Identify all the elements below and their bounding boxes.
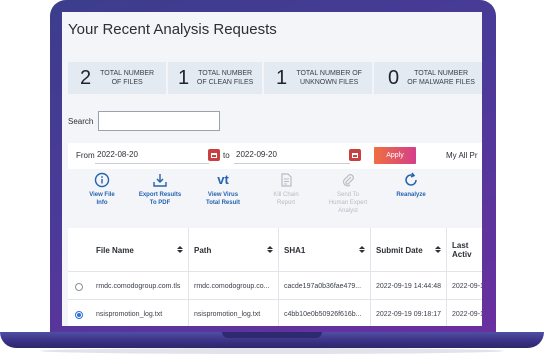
- info-icon: [94, 172, 110, 188]
- column-header-sha1[interactable]: SHA1: [278, 228, 370, 272]
- stat-count: 1: [178, 67, 190, 89]
- column-label: SHA1: [284, 245, 306, 255]
- search-label: Search: [68, 117, 94, 126]
- column-label: Submit Date: [376, 245, 423, 255]
- paperclip-icon: [342, 174, 354, 187]
- sort-icon: [266, 246, 274, 254]
- column-header-submit-date[interactable]: Submit Date: [370, 228, 446, 272]
- sha1-cell: c4bb10e0b50926f616b...: [284, 310, 362, 318]
- to-label: to: [223, 151, 230, 160]
- stat-label: TOTAL NUMBER OF UNKNOWN FILES: [296, 70, 362, 86]
- app-screen: Your Recent Analysis Requests 2 TOTAL NU…: [62, 12, 482, 326]
- column-label: Last Activ: [452, 241, 472, 259]
- send-to-expert-button[interactable]: Send To Human Expert Analyst: [318, 172, 378, 215]
- column-divider: [370, 228, 371, 271]
- column-divider: [446, 300, 447, 326]
- submit-date-cell: 2022-09-19 14:44:48: [376, 282, 441, 290]
- column-divider: [188, 228, 189, 271]
- apply-button[interactable]: Apply: [374, 147, 416, 164]
- last-activity-cell: 2022-09-19: [452, 310, 482, 318]
- table-row[interactable]: nsispromotion_log.txt nsispromotion_log.…: [68, 300, 482, 326]
- column-header-file-name[interactable]: File Name: [94, 228, 188, 272]
- column-divider: [278, 300, 279, 326]
- view-file-info-button[interactable]: View File Info: [72, 172, 132, 207]
- row-select-radio[interactable]: [75, 283, 83, 291]
- stat-count: 0: [388, 67, 400, 89]
- column-header-last-activity[interactable]: Last Activ: [446, 228, 482, 272]
- export-icon: [153, 174, 167, 187]
- view-virus-total-button[interactable]: vt View Virus Total Result: [193, 172, 253, 207]
- column-divider: [446, 228, 447, 271]
- from-label: From: [76, 151, 95, 160]
- column-divider: [188, 300, 189, 326]
- to-date-input[interactable]: [234, 146, 350, 164]
- page-title: Your Recent Analysis Requests: [68, 21, 277, 38]
- search-input[interactable]: [98, 111, 220, 131]
- refresh-icon: [405, 172, 417, 186]
- virustotal-icon: vt: [217, 172, 229, 187]
- report-icon: [281, 173, 292, 187]
- column-divider: [278, 228, 279, 271]
- stat-total-files: 2 TOTAL NUMBER OF FILES: [68, 62, 166, 94]
- tool-label: View File Info: [89, 192, 115, 206]
- column-divider: [278, 272, 279, 299]
- scope-dropdown[interactable]: My All Pr: [446, 151, 478, 160]
- tool-label: Kill Chain Report: [273, 192, 299, 206]
- file-name-cell: rmdc.comodogroup.com.tls: [96, 282, 181, 290]
- stat-clean-files: 1 TOTAL NUMBER OF CLEAN FILES: [168, 62, 262, 94]
- table-header: File Name Path SHA1 Submit Date Last Act…: [68, 228, 482, 272]
- column-divider: [370, 300, 371, 326]
- analysis-table: File Name Path SHA1 Submit Date Last Act…: [68, 228, 482, 326]
- stat-label: TOTAL NUMBER OF MALWARE FILES: [407, 70, 475, 86]
- laptop-notch: [222, 332, 322, 338]
- sort-icon: [176, 246, 184, 254]
- sha1-cell: cacde197a0b36fae479...: [284, 282, 362, 290]
- table-row[interactable]: rmdc.comodogroup.com.tls rmdc.comodogrou…: [68, 272, 482, 300]
- column-divider: [188, 272, 189, 299]
- reanalyze-button[interactable]: Reanalyze: [381, 172, 441, 199]
- action-toolbar: View File Info Export Results To PDF vt …: [68, 172, 482, 226]
- sort-icon: [358, 246, 366, 254]
- stat-label: TOTAL NUMBER OF CLEAN FILES: [196, 70, 254, 86]
- tool-label: Reanalyze: [396, 192, 426, 198]
- path-cell: rmdc.comodogroup.co...: [194, 282, 270, 290]
- row-select-radio[interactable]: [75, 311, 83, 319]
- to-calendar-button[interactable]: [349, 149, 361, 161]
- column-divider: [370, 272, 371, 299]
- column-label: Path: [194, 245, 212, 255]
- stat-count: 1: [276, 67, 288, 89]
- stat-malware-files: 0 TOTAL NUMBER OF MALWARE FILES: [374, 62, 482, 94]
- calendar-icon: [211, 152, 217, 158]
- stat-unknown-files: 1 TOTAL NUMBER OF UNKNOWN FILES: [264, 62, 372, 94]
- column-header-path[interactable]: Path: [188, 228, 278, 272]
- tool-label: Send To Human Expert Analyst: [328, 192, 368, 214]
- date-filter-bar: From to Apply My All Pr: [68, 143, 482, 169]
- submit-date-cell: 2022-09-19 09:18:17: [376, 310, 441, 318]
- stat-count: 2: [80, 67, 92, 89]
- from-date-input[interactable]: [95, 146, 209, 164]
- stat-label: TOTAL NUMBER OF FILES: [100, 70, 155, 86]
- tool-label: Export Results To PDF: [138, 192, 182, 206]
- tool-label: View Virus Total Result: [206, 192, 240, 206]
- file-name-cell: nsispromotion_log.txt: [96, 310, 163, 318]
- path-cell: nsispromotion_log.txt: [194, 310, 261, 318]
- kill-chain-report-button[interactable]: Kill Chain Report: [256, 172, 316, 207]
- column-divider: [446, 272, 447, 299]
- sort-icon: [434, 246, 442, 254]
- from-calendar-button[interactable]: [208, 149, 220, 161]
- last-activity-cell: 2022-09-19: [452, 282, 482, 290]
- laptop-shadow: [40, 348, 504, 354]
- column-label: File Name: [96, 245, 134, 255]
- export-pdf-button[interactable]: Export Results To PDF: [130, 172, 190, 207]
- calendar-icon: [352, 152, 358, 158]
